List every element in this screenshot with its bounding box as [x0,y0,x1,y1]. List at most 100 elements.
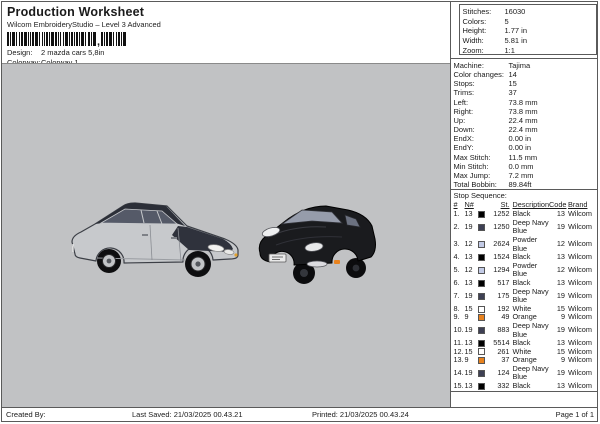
machine-row-value: 7.2 mm [508,170,534,180]
seq-cell-code: 13 [556,209,565,219]
stop-sequence-row: 10. 19 883 Deep Navy Blue 19 Wilcom [454,320,598,339]
seq-cell-num: 13. [453,355,464,365]
seq-cell-st: 1250 [493,222,510,232]
stop-sequence-row: 14. 19 124 Deep Navy Blue 19 Wilcom [453,363,598,382]
worksheet-header: Production Worksheet Wilcom EmbroiderySt… [2,2,450,67]
thread-color-swatch [477,241,485,249]
stop-sequence-rows: 1. 13 1252 Black 13 Wilcom 2. 19 1250 Deep Navy B… [454,210,598,390]
thread-color-swatch [477,327,485,334]
seq-cell-num: 9. [453,312,460,322]
design-stats-box: Stitches: 16030 Colors: 5 Height: 1.77 in Widt… [458,4,597,55]
worksheet-left-column: Production Worksheet Wilcom EmbroiderySt… [2,2,450,407]
silver-sedan-graphic [71,202,239,277]
seq-cell-brand: Wilcom [568,209,592,219]
machine-row: Down: 22.4 mm [454,125,598,134]
seq-cell-description: Deep Navy Blue [512,363,549,382]
seq-cell-description: Deep Navy Blue [512,286,549,305]
thread-color-swatch [477,314,485,322]
seq-cell-num: 5. [453,265,460,275]
stop-sequence-row: 5. 12 1294 Powder Blue 12 Wilcom [453,261,598,279]
seq-cell-n: 9 [464,312,469,322]
machine-row-value: 0.0 mm [508,161,534,171]
seq-cell-n: 19 [464,290,473,300]
machine-row-value: 14 [508,70,517,80]
seq-cell-num: 1. [453,209,460,219]
seq-cell-swatch [477,210,489,218]
seq-cell-st: 1294 [493,265,510,275]
machine-row-label: Max Jump: [453,170,491,180]
seq-cell-n: 12 [464,239,473,249]
worksheet-stage: Production Worksheet Wilcom EmbroiderySt… [0,0,600,424]
machine-row-label: Machine: [453,61,484,70]
seq-cell-swatch [477,382,489,390]
thread-color-swatch [477,305,485,313]
seq-cell-n: 19 [464,368,473,378]
seq-cell-brand: Wilcom [568,325,592,335]
seq-cell-swatch [477,357,489,365]
stat-row-value: 5.81 in [504,36,528,46]
machine-info-section: Machine: Tajima Color changes: 14 Stops: 15 Tr… [450,58,598,190]
thread-color-swatch [477,210,485,218]
seq-cell-code: 12 [556,265,565,275]
stat-row-value: 5 [504,16,509,26]
machine-row-value: Tajima [508,61,531,70]
seq-cell-num: 14. [453,368,464,378]
machine-row-value: 22.4 mm [508,125,538,135]
seq-cell-n: 13 [464,277,473,287]
machine-row: Min Stitch: 0.0 mm [454,162,598,171]
seq-cell-brand: Wilcom [568,368,592,378]
seq-cell-brand: Wilcom [568,290,592,300]
seq-cell-swatch [477,223,489,231]
right-column-filler [450,391,597,407]
seq-cell-brand: Wilcom [568,222,592,232]
seq-cell-st: 49 [501,312,510,322]
machine-row: Left: 73.8 mm [454,98,598,107]
stop-sequence-row: 15. 13 332 Black 13 Wilcom [453,381,598,391]
stat-row-label: Stitches: [462,7,492,16]
seq-cell-n: 19 [464,222,473,232]
machine-row-label: Left: [453,97,469,107]
thread-color-swatch [477,279,485,287]
seq-cell-swatch [477,339,489,347]
seq-cell-num: 3. [453,239,460,249]
seq-cell-code: 13 [556,277,565,287]
seq-cell-swatch [477,305,489,313]
thread-color-swatch [477,369,485,377]
stats-area: Stitches: 16030 Colors: 5 Height: 1.77 in Widt… [451,2,597,58]
machine-row-value: 89.84ft [508,180,532,190]
design-barcode: , [7,32,450,48]
machine-row-label: Min Stitch: [453,161,489,171]
thread-color-swatch [477,266,485,274]
machine-row-label: Color changes: [453,70,504,80]
printed-label: Printed: 21/03/2025 00.43.24 [312,410,409,419]
seq-cell-brand: Wilcom [568,277,592,287]
seq-cell-n: 13 [464,381,473,391]
seq-cell-description: Deep Navy Blue [512,320,549,339]
machine-row: Up: 22.4 mm [454,116,598,125]
machine-row-value: 73.8 mm [508,106,538,116]
seq-cell-st: 175 [497,290,510,300]
seq-cell-num: 15. [453,381,464,391]
seq-cell-code: 13 [556,381,565,391]
seq-cell-num: 7. [453,290,460,300]
machine-row-label: Max Stitch: [453,152,491,162]
stat-row: Stitches: 16030 [463,7,595,17]
machine-row-label: Down: [453,125,475,135]
seq-cell-brand: Wilcom [568,252,592,262]
stat-row-label: Zoom: [462,45,484,55]
machine-row-label: EndY: [453,143,474,153]
machine-row-value: 37 [508,88,517,98]
stat-row-label: Height: [462,26,487,36]
machine-row: EndY: 0.00 in [454,143,598,152]
seq-cell-swatch [477,348,489,356]
seq-cell-swatch [477,369,489,377]
seq-cell-description: Deep Navy Blue [512,217,549,236]
seq-cell-st: 517 [497,277,510,287]
thread-color-swatch [477,253,485,261]
stop-sequence-section: Stop Sequence: # N# St. Description Code… [450,189,598,392]
seq-cell-st: 2624 [493,239,510,249]
stat-row: Width: 5.81 in [463,36,595,46]
machine-row-label: Total Bobbin: [453,180,497,190]
machine-row-label: EndX: [453,134,474,144]
page-title: Production Worksheet [7,5,145,19]
